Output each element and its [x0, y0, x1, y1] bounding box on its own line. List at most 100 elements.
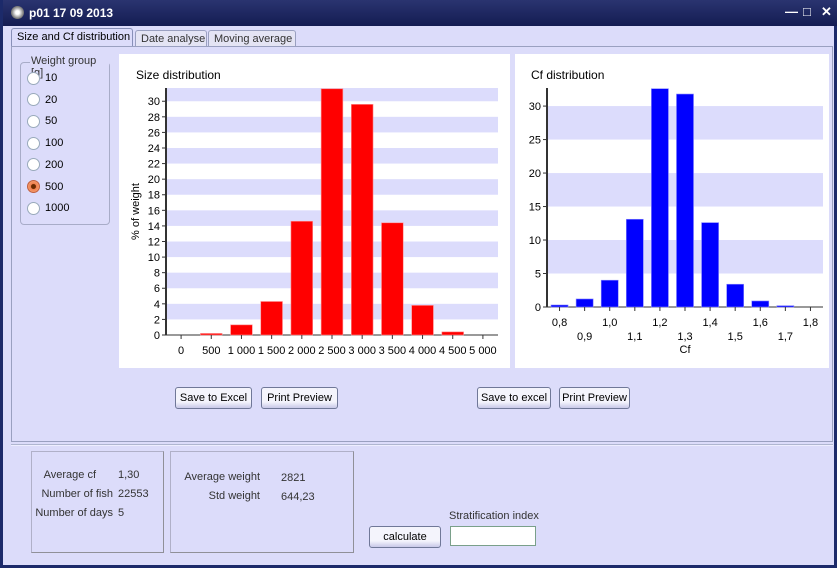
avg-cf-label: Average cf [43, 469, 96, 481]
x-tick-label: 4 000 [409, 345, 437, 357]
weight-stats-box [170, 451, 354, 553]
y-tick-label: 22 [148, 159, 160, 171]
radio-weight-1000[interactable]: 1000 [27, 200, 69, 216]
bar [230, 324, 253, 336]
x-tick-label: 1,5 [728, 331, 743, 343]
radio-weight-10[interactable]: 10 [27, 70, 57, 86]
radio-label: 20 [45, 93, 58, 106]
y-tick-label: 0 [154, 330, 160, 342]
y-tick-label: 10 [529, 235, 541, 247]
x-tick-label: 0 [178, 345, 184, 357]
tab-date-analyse[interactable]: Date analyse [135, 30, 207, 47]
x-tick-label: 1,7 [778, 331, 793, 343]
radio-label: 100 [45, 137, 64, 150]
y-tick-label: 8 [154, 268, 160, 280]
stratification-label: Stratification index [449, 510, 539, 522]
x-tick-label: 1,1 [627, 331, 642, 343]
bar [575, 298, 594, 308]
x-tick-label: 3 000 [348, 345, 376, 357]
bar [751, 300, 770, 308]
cf-print-preview-button[interactable]: Print Preview [559, 387, 630, 409]
radio-weight-200[interactable]: 200 [27, 157, 63, 173]
radio-circle[interactable] [27, 71, 40, 85]
radio-circle[interactable] [27, 114, 40, 128]
stratification-input[interactable] [450, 526, 536, 546]
days-label: Number of days [35, 507, 113, 519]
bar [550, 304, 569, 308]
chart-title: Cf distribution [531, 68, 604, 82]
radio-label: 500 [45, 180, 64, 193]
x-axis-label: Cf [680, 344, 692, 356]
x-tick-label: 1,0 [602, 317, 617, 329]
y-tick-label: 2 [154, 314, 160, 326]
y-tick-label: 25 [529, 135, 541, 147]
y-tick-label: 4 [154, 299, 160, 311]
cf-stats-box [31, 451, 164, 553]
x-tick-label: 1,2 [652, 317, 667, 329]
x-tick-label: 3 500 [379, 345, 407, 357]
radio-weight-50[interactable]: 50 [27, 113, 57, 129]
y-tick-label: 30 [148, 96, 160, 108]
radio-circle[interactable] [27, 180, 40, 193]
tab-moving-average[interactable]: Moving average [208, 30, 296, 47]
size-distribution-chart: Size distribution 0 2 4 6 8 10 12 14 16 18 20 22 24 26… [119, 54, 510, 368]
radio-circle[interactable] [27, 201, 40, 215]
std-weight-value: 644,23 [281, 491, 315, 503]
x-tick-label: 0,9 [577, 331, 592, 343]
radio-weight-100[interactable]: 100 [27, 135, 63, 151]
avg-weight-label: Average weight [184, 471, 260, 483]
bar [701, 222, 719, 308]
title-bar: p01 17 09 2013 — □ ✕ [3, 0, 837, 26]
bar [441, 331, 464, 336]
cf-save-excel-button[interactable]: Save to excel [477, 387, 551, 409]
bar [676, 93, 694, 308]
minimize-icon[interactable]: — [785, 4, 798, 19]
x-tick-label: 2 500 [318, 345, 346, 357]
calculate-button[interactable]: calculate [369, 526, 441, 548]
y-tick-label: 24 [148, 143, 160, 155]
fish-count-value: 22553 [118, 488, 149, 500]
tab-size-cf[interactable]: Size and Cf distribution [11, 28, 133, 47]
fish-count-label: Number of fish [41, 488, 113, 500]
close-icon[interactable]: ✕ [821, 4, 832, 20]
maximize-icon[interactable]: □ [803, 4, 811, 19]
bar [776, 305, 795, 308]
size-save-excel-button[interactable]: Save to Excel [175, 387, 252, 409]
bar [726, 283, 745, 308]
x-tick-label: 1 500 [258, 345, 286, 357]
x-tick-label: 0,8 [552, 317, 567, 329]
radio-circle[interactable] [27, 93, 40, 107]
x-tick-label: 5 000 [469, 345, 497, 357]
x-tick-label: 2 000 [288, 345, 316, 357]
size-print-preview-button[interactable]: Print Preview [261, 387, 338, 409]
bar [320, 88, 344, 336]
y-tick-label: 28 [148, 112, 160, 124]
radio-weight-500[interactable]: 500 [27, 179, 63, 195]
weight-group-box: Weight group [g] 1020501002005001000 [20, 55, 110, 225]
app-icon [11, 6, 24, 19]
x-tick-label: 1,4 [702, 317, 717, 329]
y-tick-label: 12 [148, 236, 160, 248]
bar [381, 222, 404, 336]
y-tick-label: 30 [529, 101, 541, 113]
avg-cf-value: 1,30 [118, 469, 140, 481]
bar [260, 301, 283, 336]
bar [351, 104, 374, 336]
radio-label: 50 [45, 115, 58, 128]
y-tick-label: 5 [535, 269, 541, 281]
bar [600, 279, 619, 308]
days-value: 5 [118, 507, 125, 519]
window-title: p01 17 09 2013 [29, 6, 114, 20]
main-window: p01 17 09 2013 — □ ✕ Size and Cf distrib… [0, 0, 837, 568]
x-tick-label: 500 [202, 345, 220, 357]
y-tick-label: 16 [148, 205, 160, 217]
radio-label: 200 [45, 158, 64, 171]
y-tick-label: 6 [154, 283, 160, 295]
radio-circle[interactable] [27, 136, 40, 150]
bar [200, 333, 223, 336]
separator [11, 444, 833, 446]
radio-label: 1000 [45, 202, 70, 215]
radio-weight-20[interactable]: 20 [27, 92, 57, 108]
radio-circle[interactable] [27, 158, 40, 172]
bar [411, 305, 434, 336]
